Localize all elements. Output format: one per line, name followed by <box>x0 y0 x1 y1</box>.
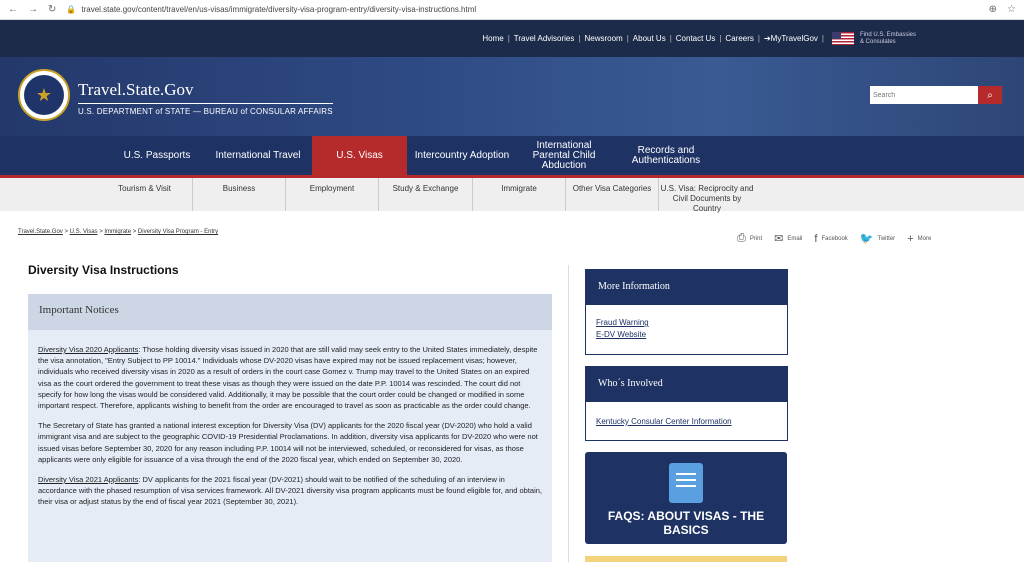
whos-involved-links: Kentucky Consular Center Information <box>586 402 787 440</box>
dv2021-link[interactable]: Diversity Visa 2021 Applicants <box>38 475 138 484</box>
fraud-warning-link[interactable]: Fraud Warning <box>596 317 777 329</box>
nav-us-passports[interactable]: U.S. Passports <box>110 136 204 175</box>
utility-contact-us[interactable]: Contact Us <box>676 34 716 43</box>
more-information-title: More Information <box>586 270 787 305</box>
us-flag-icon <box>832 32 854 45</box>
subnav-study-exchange[interactable]: Study & Exchange <box>379 178 473 211</box>
share-print[interactable]: Print <box>750 236 762 242</box>
search-form: ⌕ <box>870 86 1002 104</box>
breadcrumb: Travel.State.Gov > U.S. Visas > Immigrat… <box>18 229 219 235</box>
breadcrumb-immigrate[interactable]: Immigrate <box>104 229 131 235</box>
utility-home[interactable]: Home <box>482 34 503 43</box>
search-icon: ⌕ <box>987 89 993 101</box>
forward-icon[interactable]: → <box>28 4 38 15</box>
breadcrumb-us-visas[interactable]: U.S. Visas <box>70 229 98 235</box>
share-toolbar: ⎙ Print ✉ Email f Facebook 🐦 Twitter + More <box>737 232 931 245</box>
twitter-icon[interactable]: 🐦 <box>860 232 874 245</box>
browser-nav: ← → ↻ <box>8 4 56 15</box>
nav-us-visas[interactable]: U.S. Visas <box>312 136 407 175</box>
utility-mytravelgov[interactable]: MyTravelGov <box>771 34 818 43</box>
subnav-reciprocity[interactable]: U.S. Visa: Reciprocity and Civil Documen… <box>659 178 755 213</box>
browser-actions: ⊕ ☆ <box>989 4 1016 15</box>
more-information-links: Fraud Warning E-DV Website <box>586 305 787 353</box>
faq-visa-basics-card[interactable]: FAQS: ABOUT VISAS - THE BASICS <box>585 452 787 544</box>
notices-body: Diversity Visa 2020 Applicants: Those ho… <box>28 330 552 508</box>
share-facebook[interactable]: Facebook <box>821 236 847 242</box>
back-icon[interactable]: ← <box>8 4 18 15</box>
next-card-edge <box>585 556 787 562</box>
share-twitter[interactable]: Twitter <box>878 236 896 242</box>
kentucky-consular-center-link[interactable]: Kentucky Consular Center Information <box>596 416 777 428</box>
book-icon <box>669 463 703 503</box>
faq-label: FAQS: ABOUT VISAS - THE BASICS <box>607 509 765 537</box>
utility-bar: Home | Travel Advisories | Newsroom | About… <box>0 20 1024 57</box>
notice-nie: The Secretary of State has granted a nat… <box>38 421 538 464</box>
share-more[interactable]: More <box>918 236 932 242</box>
whos-involved-box: Who´s Involved Kentucky Consular Center … <box>585 366 788 441</box>
subnav-tourism-visit[interactable]: Tourism & Visit <box>97 178 193 211</box>
search-input[interactable] <box>870 86 978 104</box>
reload-icon[interactable]: ↻ <box>48 4 56 15</box>
whos-involved-title: Who´s Involved <box>586 367 787 402</box>
utility-about-us[interactable]: About Us <box>633 34 666 43</box>
signin-icon: ➔ <box>763 34 771 43</box>
subnav-immigrate[interactable]: Immigrate <box>473 178 566 211</box>
url-text: travel.state.gov/content/travel/en/us-vi… <box>81 5 477 14</box>
browser-toolbar: ← → ↻ 🔒 travel.state.gov/content/travel/… <box>0 0 1024 20</box>
find-embassies-link[interactable]: Find U.S. Embassies & Consulates <box>832 32 920 46</box>
utility-newsroom[interactable]: Newsroom <box>584 34 622 43</box>
nav-records-authentications[interactable]: Records and Authentications <box>611 136 721 175</box>
site-header: ★ Travel.State.Gov U.S. DEPARTMENT of ST… <box>0 57 1024 136</box>
lock-icon: 🔒 <box>66 5 77 14</box>
main-nav: U.S. Passports International Travel U.S.… <box>0 136 1024 175</box>
star-icon[interactable]: ☆ <box>1007 4 1016 15</box>
plus-icon[interactable]: + <box>907 233 913 245</box>
dv2020-text: : Those holding diversity visas issued i… <box>38 345 538 411</box>
facebook-icon[interactable]: f <box>814 233 817 245</box>
utility-careers[interactable]: Careers <box>725 34 753 43</box>
nav-international-travel[interactable]: International Travel <box>204 136 312 175</box>
notice-dv2021: Diversity Visa 2021 Applicants: DV appli… <box>38 474 542 508</box>
nav-intercountry-adoption[interactable]: Intercountry Adoption <box>407 136 517 175</box>
subnav-business[interactable]: Business <box>193 178 286 211</box>
breadcrumb-travel-state-gov[interactable]: Travel.State.Gov <box>18 229 63 235</box>
notice-dv2020: Diversity Visa 2020 Applicants: Those ho… <box>38 344 542 411</box>
site-title[interactable]: Travel.State.Gov <box>78 80 194 100</box>
notices-title: Important Notices <box>28 294 552 330</box>
page-title: Diversity Visa Instructions <box>28 263 179 277</box>
address-bar[interactable]: 🔒 travel.state.gov/content/travel/en/us-… <box>66 5 988 14</box>
site-subtitle: U.S. DEPARTMENT of STATE — BUREAU of CON… <box>78 103 333 116</box>
subnav-employment[interactable]: Employment <box>286 178 379 211</box>
column-divider <box>568 265 569 562</box>
zoom-icon[interactable]: ⊕ <box>989 4 997 15</box>
email-icon[interactable]: ✉ <box>774 232 783 245</box>
dv2020-link[interactable]: Diversity Visa 2020 Applicants <box>38 345 138 354</box>
state-department-seal-icon[interactable]: ★ <box>18 69 70 121</box>
important-notices-panel: Important Notices Diversity Visa 2020 Ap… <box>28 294 552 562</box>
breadcrumb-diversity-visa[interactable]: Diversity Visa Program - Entry <box>138 229 218 235</box>
nav-parental-child-abduction[interactable]: International Parental Child Abduction <box>517 136 611 175</box>
subnav-other-visa-categories[interactable]: Other Visa Categories <box>566 178 659 211</box>
utility-travel-advisories[interactable]: Travel Advisories <box>514 34 575 43</box>
print-icon[interactable]: ⎙ <box>737 232 746 245</box>
search-button[interactable]: ⌕ <box>978 86 1002 104</box>
more-information-box: More Information Fraud Warning E-DV Webs… <box>585 269 788 355</box>
share-email[interactable]: Email <box>787 236 802 242</box>
sub-nav: Tourism & Visit Business Employment Stud… <box>0 175 1024 213</box>
edv-website-link[interactable]: E-DV Website <box>596 329 777 341</box>
find-embassies-label: Find U.S. Embassies & Consulates <box>860 31 917 45</box>
